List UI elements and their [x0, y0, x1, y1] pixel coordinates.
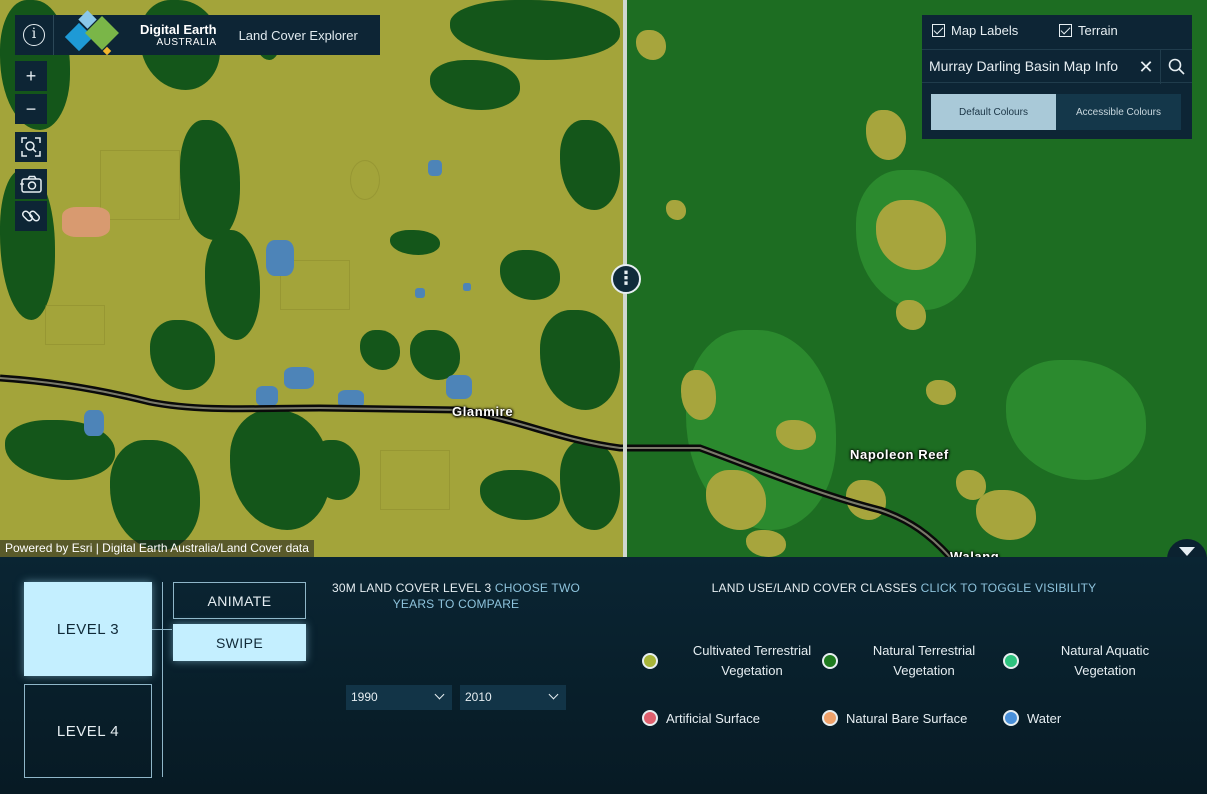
- classes-heading: LAND USE/LAND COVER CLASSES CLICK TO TOG…: [600, 581, 1207, 595]
- link-icon: [21, 210, 41, 222]
- level-3-button[interactable]: LEVEL 3: [24, 582, 152, 676]
- search-icon: [1168, 58, 1185, 75]
- checkbox-icon: [932, 24, 945, 37]
- swipe-handle-icon[interactable]: ⋮: [611, 264, 641, 294]
- year-left-select[interactable]: 1990: [346, 685, 452, 710]
- map-attribution: Powered by Esri | Digital Earth Australi…: [0, 540, 314, 557]
- copy-link-button[interactable]: [15, 201, 47, 231]
- logo-subtitle: AUSTRALIA: [156, 36, 217, 48]
- compare-heading: 30M LAND COVER LEVEL 3 CHOOSE TWO YEARS …: [330, 580, 582, 612]
- colour-mode-toggle: Default Colours Accessible Colours: [931, 94, 1181, 130]
- search-box: Murray Darling Basin Map Info ✕: [922, 49, 1192, 84]
- zoom-to-extent-button[interactable]: [15, 132, 47, 162]
- terrain-label: Terrain: [1078, 23, 1118, 38]
- search-button[interactable]: [1160, 50, 1192, 84]
- app-header: i Digital Earth AUSTRALIA Land Cover Exp…: [15, 10, 380, 56]
- map-labels-toggle[interactable]: Map Labels: [932, 23, 1018, 38]
- search-input[interactable]: Murray Darling Basin Map Info: [929, 58, 1118, 74]
- classes-hint: CLICK TO TOGGLE VISIBILITY: [920, 581, 1097, 595]
- class-label: Cultivated Terrestrial Vegetation: [692, 643, 812, 678]
- chevron-down-icon: [434, 689, 445, 700]
- year-left-value: 1990: [351, 690, 378, 704]
- info-icon: i: [23, 24, 45, 46]
- class-color-dot: [642, 710, 658, 726]
- class-label: Natural Terrestrial Vegetation: [872, 643, 976, 678]
- class-label: Artificial Surface: [666, 710, 760, 726]
- map-options-panel: Map Labels Terrain Murray Darling Basin …: [922, 15, 1192, 139]
- place-label-walang: Walang: [950, 549, 1000, 557]
- minus-icon: −: [25, 98, 37, 119]
- animate-button[interactable]: ANIMATE: [173, 582, 306, 619]
- divider: [152, 629, 172, 630]
- class-color-dot: [822, 710, 838, 726]
- zoom-extent-icon: [21, 137, 41, 157]
- class-artificial-surface[interactable]: Artificial Surface: [642, 710, 760, 726]
- logo-text: Digital Earth AUSTRALIA: [140, 23, 217, 48]
- checkbox-icon: [1059, 24, 1072, 37]
- classes-title: LAND USE/LAND COVER CLASSES: [711, 581, 918, 595]
- dea-logo: [54, 10, 134, 56]
- default-colours-tab[interactable]: Default Colours: [931, 94, 1056, 130]
- class-color-dot: [1003, 710, 1019, 726]
- class-label: Natural Bare Surface: [846, 710, 968, 726]
- swipe-button[interactable]: SWIPE: [173, 624, 306, 661]
- map-labels-label: Map Labels: [951, 23, 1019, 38]
- info-button[interactable]: i: [15, 15, 54, 55]
- class-color-dot: [1003, 653, 1019, 669]
- class-label: Natural Aquatic Vegetation: [1060, 643, 1150, 678]
- logo-title: Digital Earth: [140, 21, 217, 37]
- app-title: Land Cover Explorer: [238, 27, 358, 43]
- class-natural-bare-surface[interactable]: Natural Bare Surface: [822, 710, 967, 726]
- class-color-dot: [822, 653, 838, 669]
- close-icon[interactable]: ✕: [1134, 55, 1158, 79]
- level-4-button[interactable]: LEVEL 4: [24, 684, 152, 778]
- divider: [162, 582, 163, 777]
- year-right-value: 2010: [465, 690, 492, 704]
- zoom-in-button[interactable]: +: [15, 61, 47, 91]
- class-water[interactable]: Water: [1003, 710, 1061, 726]
- class-natural-terrestrial-vegetation[interactable]: Natural Terrestrial Vegetation: [822, 641, 1010, 681]
- place-label-napoleon-reef: Napoleon Reef: [850, 447, 949, 462]
- place-label-glanmire: Glanmire: [452, 404, 514, 419]
- accessible-colours-tab[interactable]: Accessible Colours: [1056, 94, 1181, 130]
- compare-title: 30M LAND COVER LEVEL 3: [331, 581, 492, 595]
- plus-icon: +: [25, 65, 37, 86]
- chevron-down-icon: [548, 689, 559, 700]
- year-right-select[interactable]: 2010: [460, 685, 566, 710]
- class-label: Water: [1027, 710, 1062, 726]
- class-natural-aquatic-vegetation[interactable]: Natural Aquatic Vegetation: [1003, 641, 1191, 681]
- terrain-toggle[interactable]: Terrain: [1059, 23, 1118, 38]
- class-color-dot: [642, 653, 658, 669]
- bottom-control-panel: LEVEL 3 LEVEL 4 ANIMATE SWIPE 30M LAND C…: [0, 557, 1207, 794]
- screenshot-button[interactable]: [15, 169, 47, 199]
- class-cultivated-terrestrial-vegetation[interactable]: Cultivated Terrestrial Vegetation: [642, 641, 846, 681]
- zoom-out-button[interactable]: −: [15, 94, 47, 124]
- camera-icon: [20, 175, 42, 193]
